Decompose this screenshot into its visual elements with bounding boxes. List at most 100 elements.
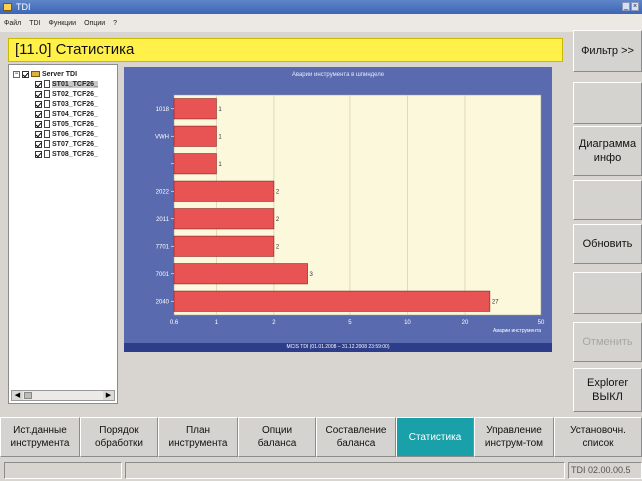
chart-footer: MCIS TDI (01.01.2008 – 31.12.2008 23:59:…: [124, 343, 552, 352]
empty-button-2[interactable]: [573, 180, 642, 220]
chart-info-button[interactable]: Диаграмма инфо: [573, 126, 642, 176]
app-icon: [3, 3, 12, 11]
status-field-middle: [125, 462, 565, 479]
cancel-button[interactable]: Отменить: [573, 322, 642, 362]
minimize-icon[interactable]: _: [622, 2, 630, 11]
station-icon: [44, 140, 50, 148]
tab-setup-list[interactable]: Установочн. список: [554, 417, 642, 457]
bar: [173, 208, 275, 230]
menu-file[interactable]: Файл: [4, 20, 21, 27]
checkbox-icon[interactable]: [35, 100, 42, 108]
window-controls: _ ×: [622, 2, 639, 11]
tab-tool-history[interactable]: Ист.данные инструмента: [0, 417, 80, 457]
bar: [173, 153, 217, 175]
station-icon: [44, 120, 50, 128]
menu-options[interactable]: Опции: [84, 20, 105, 27]
tab-statistics[interactable]: Статистика: [396, 417, 474, 457]
chart-panel: Аварии инструмента в шпинделе 0.6 1 2 5 10 20…: [124, 67, 552, 352]
x-tick-label: 5: [348, 320, 352, 326]
tree-item-st03[interactable]: ST03_TCF26_: [13, 99, 98, 109]
checkbox-icon[interactable]: [35, 110, 42, 118]
station-icon: [44, 80, 50, 88]
x-tick-label: 20: [462, 320, 469, 326]
station-icon: [44, 130, 50, 138]
tab-processing-order[interactable]: Порядок обработки: [80, 417, 158, 457]
scroll-thumb[interactable]: [24, 392, 32, 399]
window-title: TDI: [16, 2, 31, 12]
station-tree-panel: − Server TDI ST01_TCF26_ ST02_TCF26_ ST0…: [8, 64, 118, 404]
category-label: 7001: [156, 272, 170, 278]
category-label: 2040: [156, 299, 170, 305]
x-tick-label: 2: [272, 320, 276, 326]
tree-item-label: ST03_TCF26_: [52, 100, 98, 108]
bar: [173, 263, 308, 285]
menu-bar: Файл TDI Функции Опции ?: [0, 14, 642, 32]
tree-item-label: ST04_TCF26_: [52, 110, 98, 118]
bar: [173, 235, 275, 257]
x-tick-label: 0.6: [170, 320, 179, 326]
data-label: 27: [492, 299, 499, 305]
tree-item-st08[interactable]: ST08_TCF26_: [13, 149, 98, 159]
explorer-toggle-button[interactable]: Explorer ВЫКЛ: [573, 368, 642, 412]
category-label: 1018: [156, 107, 170, 113]
close-icon[interactable]: ×: [631, 2, 639, 11]
bar: [173, 290, 491, 312]
tree-item-label: ST07_TCF26_: [52, 140, 98, 148]
tree-item-label: ST05_TCF26_: [52, 120, 98, 128]
empty-button-3[interactable]: [573, 272, 642, 314]
tree-item-label: ST01_TCF26_: [52, 80, 98, 88]
checkbox-icon[interactable]: [35, 90, 42, 98]
tree-item-st04[interactable]: ST04_TCF26_: [13, 109, 98, 119]
bar: [173, 180, 275, 202]
tree-item-label: ST02_TCF26_: [52, 90, 98, 98]
category-label: 2011: [156, 217, 170, 223]
station-icon: [44, 110, 50, 118]
tab-balance-options[interactable]: Опции баланса: [238, 417, 316, 457]
scroll-right-icon[interactable]: ▶: [103, 391, 114, 400]
tree-root-label: Server TDI: [42, 70, 78, 78]
checkbox-icon[interactable]: [35, 80, 42, 88]
station-icon: [44, 90, 50, 98]
tab-tool-management[interactable]: Управление инструм-том: [474, 417, 554, 457]
status-version: TDI 02.00.00.5: [568, 462, 642, 479]
refresh-button[interactable]: Обновить: [573, 224, 642, 264]
category-label: 7701: [156, 244, 170, 250]
filter-button[interactable]: Фильтр >>: [573, 30, 642, 72]
tree-item-st05[interactable]: ST05_TCF26_: [13, 119, 98, 129]
tree-item-st01[interactable]: ST01_TCF26_: [13, 79, 98, 89]
category-label: VWH: [155, 134, 169, 140]
tree-item-st07[interactable]: ST07_TCF26_: [13, 139, 98, 149]
station-tree: − Server TDI ST01_TCF26_ ST02_TCF26_ ST0…: [13, 69, 98, 159]
menu-tdi[interactable]: TDI: [29, 20, 40, 27]
menu-functions[interactable]: Функции: [49, 20, 77, 27]
x-axis-label: Аварии инструмента: [493, 328, 541, 334]
bar-chart: 0.6 1 2 5 10 20 501018 1VWH 112022 22011 27701 2700…: [155, 94, 545, 334]
empty-button-1[interactable]: [573, 82, 642, 124]
folder-icon: [31, 71, 40, 77]
checkbox-icon[interactable]: [35, 130, 42, 138]
horizontal-scrollbar[interactable]: ◀ ▶: [11, 390, 115, 401]
category-label: 2022: [156, 189, 170, 195]
tree-root[interactable]: − Server TDI: [13, 69, 98, 79]
tree-item-label: ST06_TCF26_: [52, 130, 98, 138]
tree-item-st02[interactable]: ST02_TCF26_: [13, 89, 98, 99]
tab-balance-compile[interactable]: Составление баланса: [316, 417, 396, 457]
page-title: [11.0] Статистика: [8, 38, 563, 62]
station-icon: [44, 150, 50, 158]
status-bar: TDI 02.00.00.5: [0, 460, 642, 481]
station-icon: [44, 100, 50, 108]
menu-help[interactable]: ?: [113, 20, 117, 27]
tree-item-label: ST08_TCF26_: [52, 150, 98, 158]
checkbox-icon[interactable]: [35, 120, 42, 128]
collapse-icon[interactable]: −: [13, 70, 20, 78]
x-tick-label: 10: [404, 320, 411, 326]
status-field-left: [4, 462, 122, 479]
tree-item-st06[interactable]: ST06_TCF26_: [13, 129, 98, 139]
tab-tool-plan[interactable]: План инструмента: [158, 417, 238, 457]
bar: [173, 125, 217, 147]
checkbox-icon[interactable]: [22, 70, 29, 78]
bar: [173, 98, 217, 120]
scroll-left-icon[interactable]: ◀: [12, 391, 23, 400]
checkbox-icon[interactable]: [35, 140, 42, 148]
checkbox-icon[interactable]: [35, 150, 42, 158]
